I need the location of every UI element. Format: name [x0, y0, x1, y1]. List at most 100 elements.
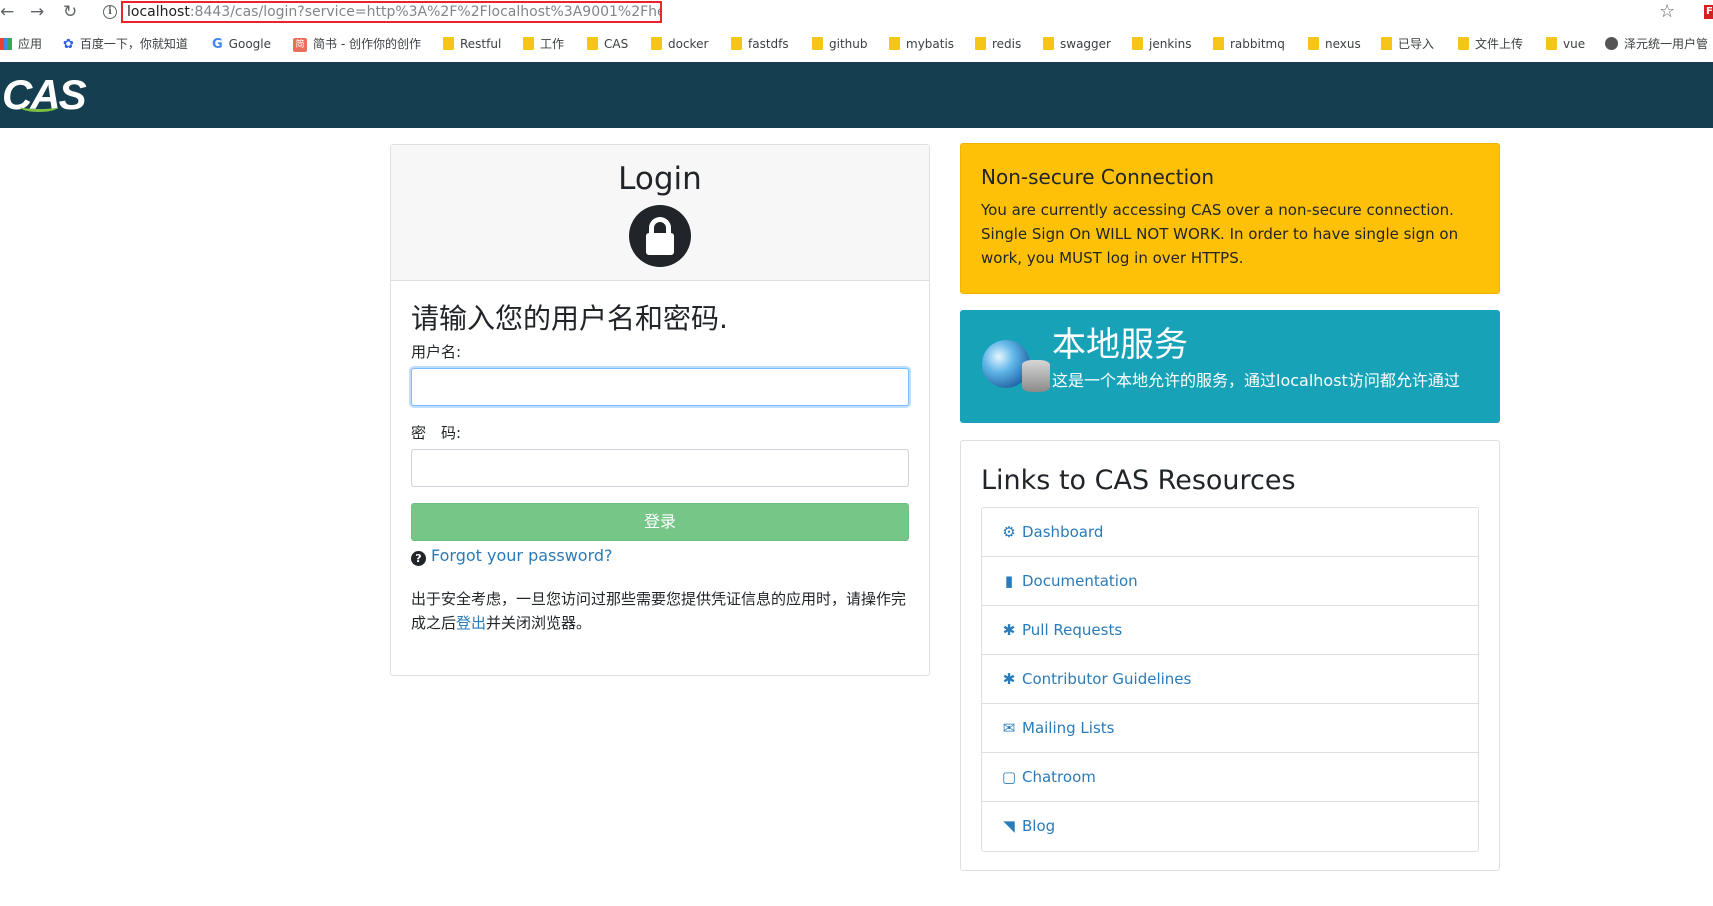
link-documentation[interactable]: ▮ Documentation: [982, 557, 1478, 606]
folder-icon: [651, 37, 662, 50]
gears-icon: ⚙: [1002, 523, 1016, 541]
extension-icon[interactable]: F: [1704, 5, 1713, 19]
bookmark-folder-work[interactable]: 工作: [523, 35, 564, 53]
lock-icon: [629, 205, 691, 267]
username-input[interactable]: [411, 368, 909, 406]
bookmark-label: 工作: [540, 37, 565, 51]
folder-icon: [1043, 37, 1054, 50]
bookmark-baidu[interactable]: ✿ 百度一下，你就知道: [63, 35, 188, 53]
bookmark-label: 百度一下，你就知道: [79, 37, 188, 51]
cas-resources-card: Links to CAS Resources ⚙ Dashboard ▮ Docum…: [960, 440, 1500, 871]
file-icon: ▮: [1004, 572, 1014, 590]
bookmark-folder-jenkins[interactable]: jenkins: [1132, 35, 1191, 53]
url-field[interactable]: localhost:8443/cas/login?service=http%3A…: [121, 1, 662, 23]
notice-text-end: 并关闭浏览器。: [486, 614, 592, 632]
bookmark-folder-fastdfs[interactable]: fastdfs: [731, 35, 789, 53]
bookmark-apps[interactable]: 应用: [0, 35, 42, 53]
folder-icon: [1458, 37, 1469, 50]
database-icon: [1022, 360, 1050, 392]
rss-icon: ◥: [1003, 817, 1015, 835]
folder-icon: [812, 37, 823, 50]
bookmark-folder-cas[interactable]: CAS: [587, 35, 628, 53]
login-title: Login: [618, 161, 702, 197]
url-path: :8443/cas/login?service=http%3A%2F%2Floc…: [189, 4, 662, 20]
folder-icon: [587, 37, 598, 50]
bookmark-folder-mybatis[interactable]: mybatis: [889, 35, 954, 53]
logo-swoosh-icon: [20, 102, 58, 112]
bookmark-label: redis: [992, 37, 1022, 51]
bookmark-folder-redis[interactable]: redis: [975, 35, 1021, 53]
folder-icon: [889, 37, 900, 50]
folder-icon: [731, 37, 742, 50]
bookmark-jianshu[interactable]: 简简书 - 创作你的创作: [293, 35, 421, 53]
forward-icon[interactable]: →: [30, 2, 44, 22]
username-label: 用户名:: [411, 343, 462, 361]
bookmark-folder-upload[interactable]: 文件上传: [1458, 35, 1523, 53]
comment-icon: ▢: [1001, 768, 1017, 786]
link-contributor-guidelines[interactable]: ✱ Contributor Guidelines: [982, 655, 1478, 704]
password-input[interactable]: [411, 449, 909, 487]
login-prompt: 请输入您的用户名和密码.: [411, 302, 728, 335]
login-submit-button[interactable]: 登录: [411, 503, 909, 541]
password-label: 密 码:: [411, 424, 462, 442]
bookmark-folder-imported[interactable]: 已导入: [1381, 35, 1434, 53]
login-form: 请输入您的用户名和密码. 用户名: 密 码: 登录 ? Forgot your p…: [391, 281, 929, 635]
login-card-header: Login: [391, 145, 929, 281]
logout-link[interactable]: 登出: [456, 614, 486, 632]
bookmark-label: swagger: [1060, 37, 1111, 51]
back-icon[interactable]: ←: [0, 2, 14, 22]
google-icon: G: [212, 36, 223, 52]
site-info-icon[interactable]: i: [103, 5, 117, 19]
cas-logo[interactable]: CAS: [2, 72, 87, 118]
cas-header: CAS: [0, 62, 1713, 128]
folder-icon: [1381, 37, 1392, 50]
bookmark-label: nexus: [1325, 37, 1361, 51]
link-chatroom[interactable]: ▢ Chatroom: [982, 753, 1478, 802]
warning-title: Non-secure Connection: [981, 165, 1215, 189]
bookmark-label: 已导入: [1398, 37, 1435, 51]
globe-icon: [1605, 37, 1618, 50]
link-blog[interactable]: ◥ Blog: [982, 802, 1478, 851]
bookmark-folder-nexus[interactable]: nexus: [1308, 35, 1361, 53]
bookmark-label: vue: [1563, 37, 1586, 51]
bookmark-label: fastdfs: [748, 37, 789, 51]
forgot-password-label: Forgot your password?: [431, 546, 613, 565]
link-dashboard[interactable]: ⚙ Dashboard: [982, 508, 1478, 557]
link-label: Blog: [1022, 817, 1056, 835]
bookmark-zeyuan[interactable]: 泽元统一用户管: [1605, 35, 1708, 53]
bookmark-label: jenkins: [1149, 37, 1192, 51]
bookmark-label: Restful: [460, 37, 502, 51]
link-label: Chatroom: [1022, 768, 1096, 786]
bookmark-star-icon[interactable]: ☆: [1659, 1, 1675, 22]
bookmark-label: 文件上传: [1475, 37, 1524, 51]
bookmark-label: github: [829, 37, 868, 51]
bookmark-folder-rabbitmq[interactable]: rabbitmq: [1213, 35, 1285, 53]
bookmark-google[interactable]: G Google: [212, 35, 271, 53]
jianshu-icon: 简: [293, 37, 307, 52]
apps-icon: [0, 37, 12, 50]
bookmark-folder-vue[interactable]: vue: [1546, 35, 1585, 53]
folder-icon: [975, 37, 986, 50]
bookmark-label: 泽元统一用户管: [1624, 37, 1709, 51]
non-secure-warning: Non-secure Connection You are currently …: [960, 143, 1500, 294]
bookmark-folder-docker[interactable]: docker: [651, 35, 708, 53]
bookmark-folder-restful[interactable]: Restful: [443, 35, 501, 53]
folder-icon: [1308, 37, 1319, 50]
link-pull-requests[interactable]: ✱ Pull Requests: [982, 606, 1478, 655]
link-label: Pull Requests: [1022, 621, 1123, 639]
link-mailing-lists[interactable]: ✉ Mailing Lists: [982, 704, 1478, 753]
bookmark-label: 简书 - 创作你的创作: [313, 37, 421, 51]
link-label: Dashboard: [1022, 523, 1104, 541]
resources-list: ⚙ Dashboard ▮ Documentation ✱ Pull Requests…: [981, 507, 1479, 852]
folder-icon: [523, 37, 534, 50]
bookmark-folder-swagger[interactable]: swagger: [1043, 35, 1111, 53]
reload-icon[interactable]: ↻: [63, 2, 77, 22]
folder-icon: [1546, 37, 1557, 50]
bookmark-label: 应用: [18, 37, 43, 51]
resources-title: Links to CAS Resources: [981, 465, 1296, 496]
forgot-password-link[interactable]: ? Forgot your password?: [411, 545, 909, 567]
bookmark-folder-github[interactable]: github: [812, 35, 867, 53]
bug-icon: ✱: [1002, 621, 1016, 639]
bookmarks-bar: 应用 ✿ 百度一下，你就知道 G Google 简简书 - 创作你的创作 Restf…: [0, 30, 1713, 58]
bookmark-label: docker: [668, 37, 709, 51]
